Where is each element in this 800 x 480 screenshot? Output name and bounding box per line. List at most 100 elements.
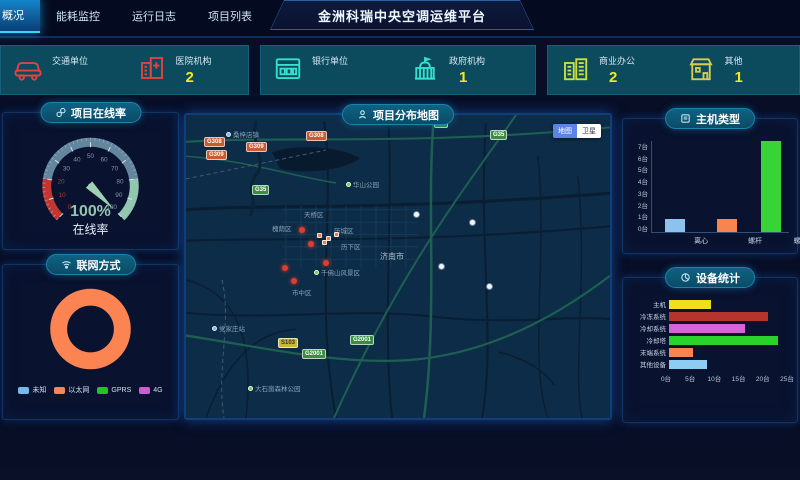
stats-pie-icon (680, 272, 691, 283)
road-badge-G309: G309 (246, 142, 267, 152)
device-stats-bar-冷冻系统[interactable] (669, 312, 768, 321)
device-stats-label: 冷却塔 (629, 335, 669, 345)
yaxis-tick: 6台 (638, 153, 648, 163)
poi-marker[interactable] (438, 263, 445, 270)
device-stats-label: 冷冻系统 (629, 311, 669, 321)
device-stats-xaxis: 0台5台10台15台20台25台 (666, 373, 787, 383)
legend-swatch (18, 387, 29, 394)
yaxis-tick: 5台 (638, 164, 648, 174)
stat-texts: 医院机构2 (176, 54, 212, 86)
panel-device-header: 设备统计 (665, 267, 755, 288)
yaxis-tick: 0台 (638, 223, 648, 233)
legend-swatch (54, 387, 65, 394)
map-place-label: 大石崮森林公园 (248, 383, 301, 393)
svg-text:10: 10 (59, 192, 67, 199)
host-type-yaxis: 7台6台5台4台3台2台1台0台 (629, 141, 651, 233)
device-stats-bar-末端系统[interactable] (669, 348, 693, 357)
device-stats-bar-其他设备[interactable] (669, 360, 707, 369)
panel-online-rate-title: 项目在线率 (71, 105, 126, 121)
project-marker[interactable] (282, 265, 288, 271)
legend-item-以太网[interactable]: 以太网 (54, 385, 89, 395)
bank-icon (273, 53, 303, 88)
host-type-bar-螺杆[interactable] (717, 219, 737, 232)
device-stats-track (669, 360, 787, 369)
yaxis-tick: 1台 (638, 211, 648, 221)
device-stats-label: 冷却系统 (629, 323, 669, 333)
project-marker[interactable] (291, 278, 297, 284)
platform-title-banner: 金洲科瑞中央空调运维平台 (270, 0, 534, 30)
map-place-label: 槐荫区 (272, 223, 292, 233)
device-stats-row: 其他设备 (629, 358, 787, 370)
map-canvas[interactable]: G308G309G309G308G3G35G35G2001G2001S103桑梓… (186, 115, 610, 418)
stat-label: 银行单位 (312, 54, 348, 67)
poi-marker[interactable] (469, 219, 476, 226)
map-place-label: 千佛山风景区 (314, 267, 360, 277)
place-name: 历下区 (341, 241, 361, 251)
host-type-bar-螺杆[interactable] (761, 141, 781, 232)
yaxis-tick: 3台 (638, 188, 648, 198)
panel-network-title: 联网方式 (77, 257, 121, 273)
map-toggle-卫星[interactable]: 卫星 (577, 124, 601, 138)
stat-texts: 交通单位 (52, 54, 88, 86)
legend-item-未知[interactable]: 未知 (18, 385, 46, 395)
online-rate-gauge: 0102030405060708090100100%在线率 (3, 126, 178, 246)
svg-text:20: 20 (57, 178, 65, 185)
nav-tab[interactable]: 项目列表 (192, 0, 268, 32)
device-stats-label: 主机 (629, 299, 669, 309)
place-name: 济南市 (380, 251, 404, 262)
map-layer-toggle: 地图卫星 (553, 124, 601, 138)
device-stats-label: 末端系统 (629, 347, 669, 357)
road-badge-G308: G308 (306, 131, 327, 141)
network-donut-chart (3, 281, 178, 377)
stat-value (52, 69, 88, 86)
poi-marker[interactable] (413, 211, 420, 218)
stat-item-商业办公: 商业办公2 (548, 53, 674, 88)
legend-item-GPRS[interactable]: GPRS (97, 385, 131, 395)
park-marker-icon (314, 270, 319, 275)
legend-item-4G[interactable]: 4G (139, 385, 162, 395)
nav-tab[interactable]: 概况 (0, 0, 40, 33)
device-stats-bar-主机[interactable] (669, 300, 711, 309)
project-marker[interactable] (323, 260, 329, 266)
panel-online-rate: 项目在线率 0102030405060708090100100%在线率 (2, 112, 179, 250)
road-badge-G309: G309 (206, 150, 227, 160)
panel-network-type: 联网方式 未知以太网GPRS4G (2, 264, 179, 420)
road-badge-G308: G308 (204, 137, 225, 147)
place-name: 党家庄站 (219, 323, 245, 333)
device-stats-track (669, 312, 787, 321)
device-stats-bar-冷却塔[interactable] (669, 336, 778, 345)
project-marker[interactable] (308, 241, 314, 247)
device-stats-track (669, 336, 787, 345)
panel-map-header: 项目分布地图 (342, 104, 454, 125)
device-stats-row: 冷冻系统 (629, 310, 787, 322)
project-marker[interactable] (299, 227, 305, 233)
road-badge-G2001: G2001 (302, 349, 326, 359)
xaxis-tick: 0台 (661, 373, 671, 383)
park-marker-icon (346, 182, 351, 187)
map-toggle-地图[interactable]: 地图 (553, 124, 577, 138)
place-name: 桑梓店镇 (233, 129, 259, 139)
project-cluster-marker[interactable] (322, 240, 327, 245)
project-cluster-marker[interactable] (334, 232, 339, 237)
project-cluster-marker[interactable] (317, 233, 322, 238)
stat-item-银行单位: 银行单位 (261, 53, 398, 88)
host-type-bar-离心[interactable] (665, 219, 685, 232)
legend-label: 未知 (32, 385, 46, 395)
panel-device-title: 设备统计 (696, 270, 740, 286)
legend-label: 以太网 (68, 385, 89, 395)
road-badge-G35: G35 (490, 130, 507, 140)
stat-item-交通单位: 交通单位 (1, 53, 125, 88)
map-overlay: G308G309G309G308G3G35G35G2001G2001S103桑梓… (186, 115, 610, 418)
nav-tab[interactable]: 能耗监控 (40, 0, 116, 32)
stat-texts: 商业办公2 (599, 54, 635, 86)
poi-marker[interactable] (486, 283, 493, 290)
nav-tab[interactable]: 运行日志 (116, 0, 192, 32)
stat-texts: 银行单位 (312, 54, 348, 86)
xaxis-category: 螺杆 (794, 236, 800, 246)
panel-map-title: 项目分布地图 (373, 107, 439, 123)
device-stats-bar-冷却系统[interactable] (669, 324, 745, 333)
link-icon (55, 107, 66, 118)
svg-text:80: 80 (116, 178, 124, 185)
device-stats-row: 冷却系统 (629, 322, 787, 334)
stats-row: 交通单位医院机构2银行单位政府机构1商业办公2其他1 (0, 45, 800, 95)
